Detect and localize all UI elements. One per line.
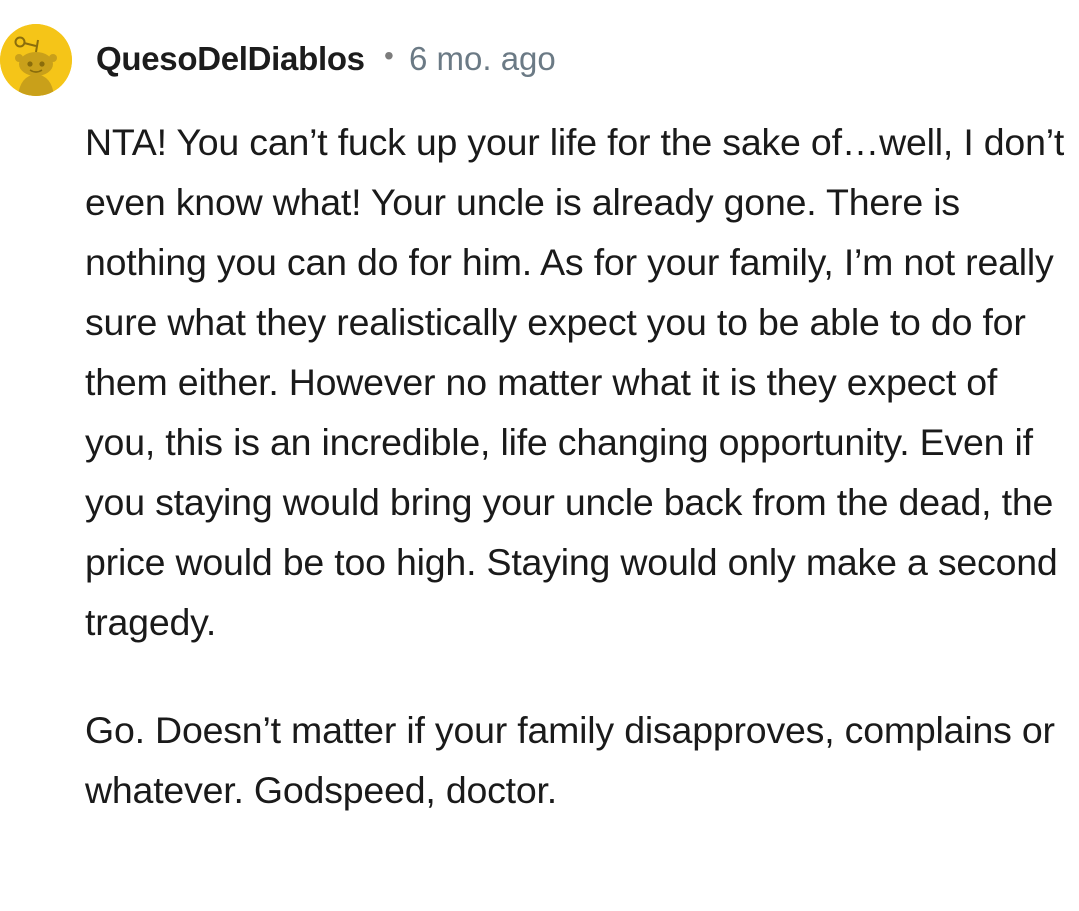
meta-separator: • — [384, 40, 394, 71]
snoo-avatar-icon — [0, 24, 72, 96]
comment-body: NTA! You can’t fuck up your life for the… — [85, 112, 1070, 820]
comment-author[interactable]: QuesoDelDiablos — [96, 40, 365, 78]
avatar[interactable] — [0, 24, 72, 96]
comment-card: QuesoDelDiablos • 6 mo. ago NTA! You can… — [0, 0, 1079, 911]
comment-paragraph: Go. Doesn’t matter if your family disapp… — [85, 709, 1055, 811]
comment-timestamp[interactable]: 6 mo. ago — [409, 40, 556, 78]
comment-paragraph: NTA! You can’t fuck up your life for the… — [85, 121, 1065, 643]
